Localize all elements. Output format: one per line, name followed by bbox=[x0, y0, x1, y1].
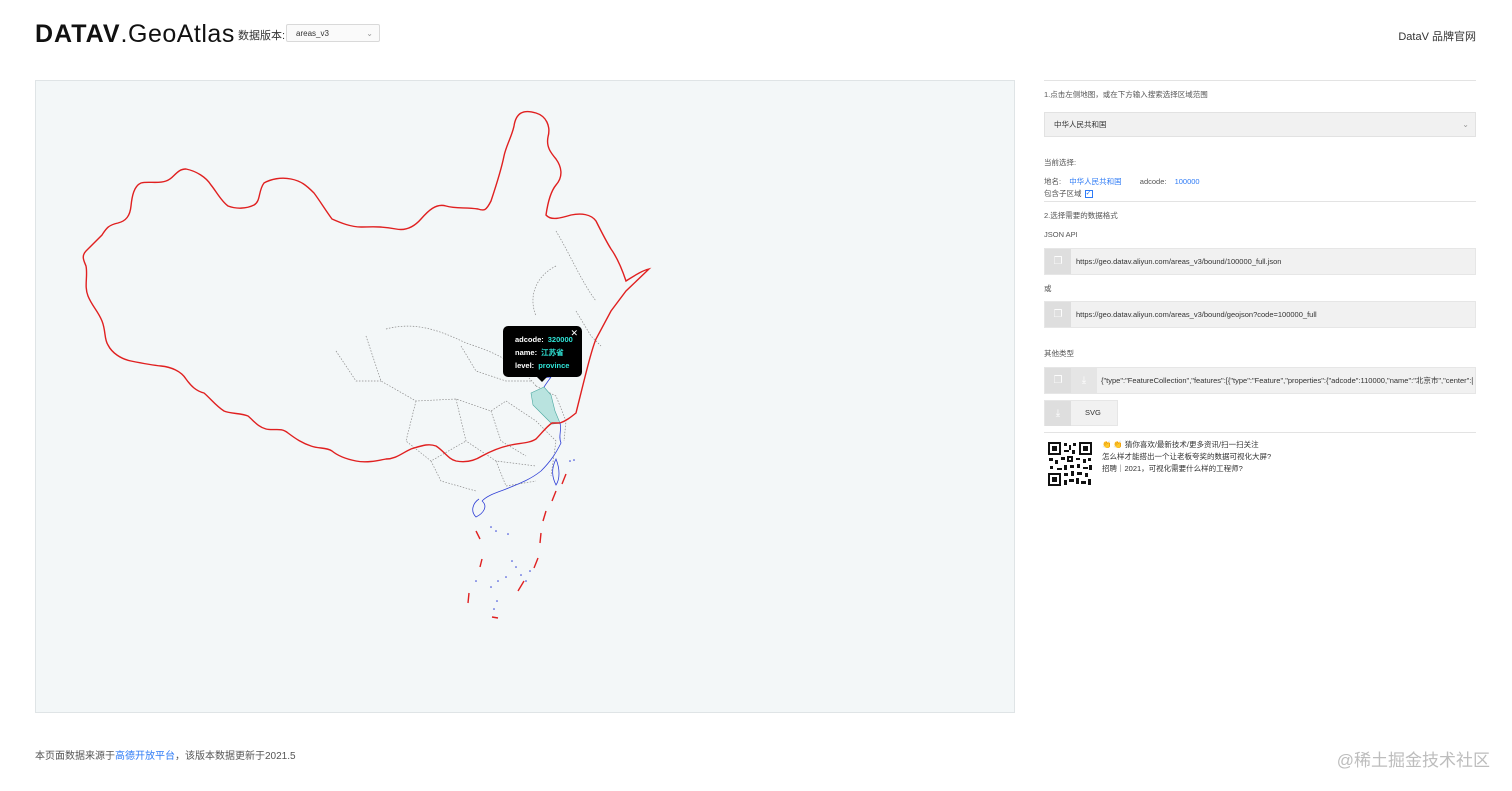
api-url-2[interactable]: https://geo.datav.aliyun.com/areas_v3/bo… bbox=[1076, 302, 1317, 327]
place-value[interactable]: 中华人民共和国 bbox=[1069, 177, 1122, 186]
jiangsu-highlight[interactable] bbox=[530, 386, 561, 425]
divider bbox=[1044, 80, 1476, 81]
right-panel: 1.点击左侧地图，或在下方输入搜索选择区域范围 中华人民共和国 ⌄ 当前选择: … bbox=[1044, 80, 1476, 487]
copy-icon[interactable]: ❐ bbox=[1045, 302, 1071, 327]
region-search-select[interactable]: 中华人民共和国 ⌄ bbox=[1044, 112, 1476, 137]
footer-prefix: 本页面数据来源于 bbox=[35, 751, 115, 762]
step2-instruction: 2.选择需要的数据格式 bbox=[1044, 211, 1118, 220]
footer-source-link[interactable]: 高德开放平台 bbox=[115, 751, 175, 762]
china-map[interactable] bbox=[36, 81, 1014, 712]
tooltip-name-label: name: bbox=[515, 348, 538, 357]
tooltip-name-value: 江苏省 bbox=[541, 348, 564, 357]
logo-light: .GeoAtlas bbox=[120, 20, 235, 48]
step1-instruction: 1.点击左侧地图，或在下方输入搜索选择区域范围 bbox=[1044, 90, 1208, 99]
close-icon[interactable]: ✕ bbox=[570, 327, 578, 340]
adcode-value[interactable]: 100000 bbox=[1175, 177, 1200, 186]
promo-line-1: 👏 👏 猜你喜欢/最新技术/更多资讯/扫一扫关注 bbox=[1102, 440, 1259, 449]
tooltip-adcode-value: 320000 bbox=[547, 335, 573, 344]
tooltip-adcode-label: adcode: bbox=[515, 335, 544, 344]
tooltip-level-label: level: bbox=[515, 361, 535, 370]
chevron-down-icon: ⌄ bbox=[366, 29, 373, 38]
promo-text: 👏 👏 猜你喜欢/最新技术/更多资讯/扫一扫关注 怎么样才能搭出一个让老板夸奖的… bbox=[1102, 439, 1271, 475]
api-url-box-1: ❐ https://geo.datav.aliyun.com/areas_v3/… bbox=[1044, 248, 1476, 275]
brand-link[interactable]: DataV 品牌官网 bbox=[1398, 28, 1476, 44]
copy-icon[interactable]: ❐ bbox=[1045, 368, 1071, 393]
version-label: 数据版本: bbox=[238, 30, 286, 42]
current-selection-label: 当前选择: bbox=[1044, 158, 1077, 167]
divider bbox=[1044, 432, 1476, 433]
api-url-1[interactable]: https://geo.datav.aliyun.com/areas_v3/bo… bbox=[1076, 249, 1281, 274]
qr-code bbox=[1047, 441, 1093, 487]
svg-label: SVG bbox=[1085, 408, 1101, 417]
footer: 本页面数据来源于高德开放平台，该版本数据更新于2021.5 bbox=[35, 747, 296, 762]
place-label: 地名: bbox=[1044, 177, 1062, 186]
other-types-label: 其他类型 bbox=[1044, 349, 1074, 358]
json-api-label: JSON API bbox=[1044, 230, 1078, 239]
api-url-box-2: ❐ https://geo.datav.aliyun.com/areas_v3/… bbox=[1044, 301, 1476, 328]
download-icon: ⤓ bbox=[1045, 401, 1071, 426]
include-subregion[interactable]: 包含子区域 ✓ bbox=[1044, 188, 1093, 199]
version-value: areas_v3 bbox=[296, 29, 329, 38]
nine-dash-line bbox=[467, 473, 567, 619]
checkbox-icon[interactable]: ✓ bbox=[1084, 190, 1093, 199]
chevron-down-icon: ⌄ bbox=[1462, 120, 1469, 129]
map-tooltip: ✕ adcode: 320000 name: 江苏省 level: province bbox=[503, 326, 582, 382]
south-china-sea-islands bbox=[475, 459, 575, 610]
divider bbox=[1044, 201, 1476, 202]
svg-download-button[interactable]: ⤓ SVG bbox=[1044, 400, 1118, 426]
geojson-preview[interactable]: {"type":"FeatureCollection","features":[… bbox=[1101, 368, 1473, 393]
download-icon[interactable]: ⤓ bbox=[1071, 368, 1097, 393]
adcode-label: adcode: bbox=[1139, 177, 1167, 186]
geojson-box: ❐ ⤓ {"type":"FeatureCollection","feature… bbox=[1044, 367, 1476, 394]
current-selection-row: 地名: 中华人民共和国 adcode: 100000 bbox=[1044, 176, 1200, 187]
promo-link-2[interactable]: 招聘｜2021，可视化需要什么样的工程师? bbox=[1102, 463, 1271, 475]
copy-icon[interactable]: ❐ bbox=[1045, 249, 1071, 274]
national-border bbox=[82, 110, 652, 463]
version-select[interactable]: areas_v3 ⌄ bbox=[286, 24, 380, 42]
footer-suffix: ，该版本数据更新于2021.5 bbox=[175, 751, 296, 762]
or-label: 或 bbox=[1044, 284, 1052, 293]
header: DATAV.GeoAtlas 数据版本: areas_v3 ⌄ DataV 品牌… bbox=[0, 0, 1512, 70]
region-value: 中华人民共和国 bbox=[1054, 120, 1107, 129]
promo-link-1[interactable]: 怎么样才能搭出一个让老板夸奖的数据可视化大屏? bbox=[1102, 451, 1271, 463]
logo[interactable]: DATAV.GeoAtlas bbox=[35, 19, 235, 49]
include-subregion-label: 包含子区域 bbox=[1044, 189, 1082, 198]
logo-bold: DATAV bbox=[35, 20, 121, 48]
map-panel[interactable]: ✕ adcode: 320000 name: 江苏省 level: province bbox=[35, 80, 1015, 713]
tooltip-level-value: province bbox=[538, 361, 570, 370]
watermark: @稀土掘金技术社区 bbox=[1336, 751, 1490, 770]
